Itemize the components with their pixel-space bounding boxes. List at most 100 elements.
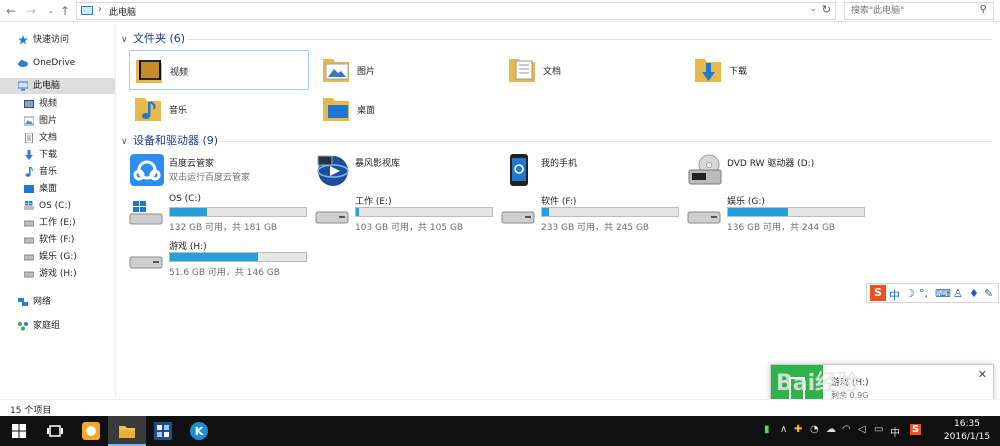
cloud-tray-icon[interactable]: ☁ [826, 424, 836, 435]
item-count: 15 个项目 [10, 406, 52, 416]
drive-usage-bar [169, 207, 307, 217]
devices-group-header[interactable]: ∨ 设备和驱动器 (9) [121, 133, 218, 149]
volume-icon[interactable]: ◁ [858, 424, 866, 435]
close-icon[interactable]: ✕ [978, 368, 987, 381]
ime-tray-indicator[interactable]: 中 [890, 424, 900, 439]
action-center-icon[interactable]: ▭ [874, 424, 883, 435]
punctuation-icon[interactable]: °, [919, 287, 928, 300]
folder-pictures[interactable]: 图片 [317, 50, 497, 90]
group-title: 文件夹 (6) [133, 32, 186, 45]
forward-button[interactable]: → [24, 3, 38, 19]
sidebar-item-videos[interactable]: 视频 [0, 96, 115, 112]
sidebar-item-this-pc[interactable]: 此电脑 [0, 78, 115, 94]
refresh-icon[interactable]: ↻ [822, 3, 831, 16]
folder-documents[interactable]: 文档 [503, 50, 683, 90]
drive-h[interactable]: 游戏 (H:) 51.6 GB 可用，共 146 GB [129, 239, 329, 279]
drive-icon [687, 211, 721, 224]
sidebar-item-documents[interactable]: 文档 [0, 130, 115, 146]
folder-label: 音乐 [169, 106, 188, 116]
start-button[interactable] [0, 416, 38, 446]
sidebar-item-onedrive[interactable]: OneDrive [0, 55, 115, 71]
search-icon[interactable]: ⚲ [980, 4, 987, 15]
taskbar-app-k[interactable]: K [180, 416, 218, 446]
computer-icon [18, 81, 28, 91]
recent-locations-icon[interactable]: ⌄ [44, 3, 58, 19]
folder-downloads[interactable]: 下载 [689, 50, 869, 90]
sidebar-item-downloads[interactable]: 下载 [0, 147, 115, 163]
chevron-down-icon[interactable]: ∨ [121, 134, 133, 150]
divider [187, 39, 992, 40]
sidebar-item-desktop[interactable]: 桌面 [0, 181, 115, 197]
search-box[interactable]: ⚲ [844, 2, 994, 20]
k-app-icon: K [190, 422, 208, 440]
device-description: 双击运行百度云管家 [169, 173, 251, 183]
sidebar-item-quick-access[interactable]: 快速访问 [0, 32, 115, 48]
chevron-down-icon[interactable]: ⌄ [809, 4, 817, 14]
sidebar-item-drive-f[interactable]: 软件 (F:) [0, 232, 115, 248]
drive-icon [24, 220, 34, 227]
folder-music[interactable]: 音乐 [129, 89, 309, 129]
desktop-icon [24, 185, 34, 193]
up-button[interactable]: ↑ [58, 3, 72, 19]
download-icon [25, 150, 33, 160]
address-box[interactable]: › 此电脑 ⌄ ↻ [76, 2, 836, 20]
browser-app-icon [82, 422, 100, 440]
address-toolbar: ← → ⌄ ↑ › 此电脑 ⌄ ↻ ⚲ [0, 0, 1000, 22]
navigation-pane: 快速访问 OneDrive 此电脑 视频 图片 文档 下载 音乐 桌面 OS (… [0, 23, 116, 398]
clock[interactable]: 16:35 2016/1/15 [942, 418, 992, 444]
drive-e[interactable]: 工作 (E:) 103 GB 可用，共 105 GB [315, 194, 515, 234]
sidebar-item-pictures[interactable]: 图片 [0, 113, 115, 129]
sidebar-item-homegroup[interactable]: 家庭组 [0, 318, 115, 334]
phone-icon [510, 154, 528, 186]
sidebar-item-label: 下载 [39, 150, 58, 160]
usb-tray-icon[interactable]: ▮ [764, 424, 770, 435]
taskbar-app-manager[interactable] [144, 416, 182, 446]
device-baidu-cloud[interactable]: 百度云管家 双击运行百度云管家 [129, 151, 309, 191]
svg-text:K: K [195, 425, 204, 438]
sidebar-item-music[interactable]: 音乐 [0, 164, 115, 180]
watermark: Bai经验 [776, 371, 860, 396]
drive-g[interactable]: 娱乐 (G:) 136 GB 可用，共 244 GB [687, 194, 887, 234]
sidebar-item-label: 游戏 (H:) [39, 269, 77, 279]
chat-icon[interactable]: ◔ [810, 424, 819, 435]
address-path[interactable]: 此电脑 [109, 5, 136, 18]
sidebar-item-drive-h[interactable]: 游戏 (H:) [0, 266, 115, 282]
wrench-icon[interactable]: ✎ [984, 287, 993, 300]
chevron-up-icon[interactable]: ∧ [780, 424, 787, 435]
device-baofeng-library[interactable]: 暴风影视库 [315, 151, 495, 191]
sidebar-item-drive-c[interactable]: OS (C:) [0, 198, 115, 214]
folder-label: 桌面 [357, 106, 376, 116]
task-view-button[interactable] [36, 416, 74, 446]
taskbar-app-browser[interactable] [72, 416, 110, 446]
sogou-logo-icon[interactable]: S [870, 285, 886, 301]
sidebar-item-drive-g[interactable]: 娱乐 (G:) [0, 249, 115, 265]
drive-f[interactable]: 软件 (F:) 233 GB 可用，共 245 GB [501, 194, 701, 234]
folders-group-header[interactable]: ∨ 文件夹 (6) [121, 31, 185, 47]
security-icon[interactable]: ✚ [794, 424, 802, 435]
drive-usage-fill [356, 208, 359, 216]
user-icon[interactable]: ♙ [953, 287, 963, 300]
wifi-icon[interactable]: ◠ [842, 424, 851, 435]
sogou-tray-icon[interactable]: S [910, 424, 922, 435]
folder-label: 图片 [357, 67, 376, 77]
moon-icon[interactable]: ☽ [905, 287, 915, 300]
taskbar-app-file-explorer[interactable] [108, 416, 146, 446]
folder-videos[interactable]: 视频 [129, 50, 309, 90]
sidebar-item-network[interactable]: 网络 [0, 294, 115, 310]
chevron-down-icon[interactable]: ∨ [121, 32, 133, 48]
device-my-phone[interactable]: 我的手机 [501, 151, 681, 191]
sidebar-item-label: OS (C:) [39, 201, 71, 211]
sidebar-item-drive-e[interactable]: 工作 (E:) [0, 215, 115, 231]
back-button[interactable]: ← [4, 3, 18, 19]
device-dvd-drive[interactable]: DVD RW 驱动器 (D:) [687, 151, 867, 191]
star-icon [18, 35, 28, 45]
app-grid-icon [154, 422, 172, 440]
search-input[interactable] [851, 4, 971, 18]
downloads-folder-icon [695, 59, 721, 82]
keyboard-icon[interactable]: ⌨ [935, 287, 951, 300]
ime-mode-indicator[interactable]: 中 [889, 287, 900, 303]
ime-toolbar[interactable]: S 中 ☽ °, ⌨ ♙ ♦ ✎ [866, 283, 999, 303]
folder-desktop[interactable]: 桌面 [317, 89, 497, 129]
skin-icon[interactable]: ♦ [969, 287, 979, 300]
drive-c[interactable]: OS (C:) 132 GB 可用，共 181 GB [129, 194, 329, 234]
